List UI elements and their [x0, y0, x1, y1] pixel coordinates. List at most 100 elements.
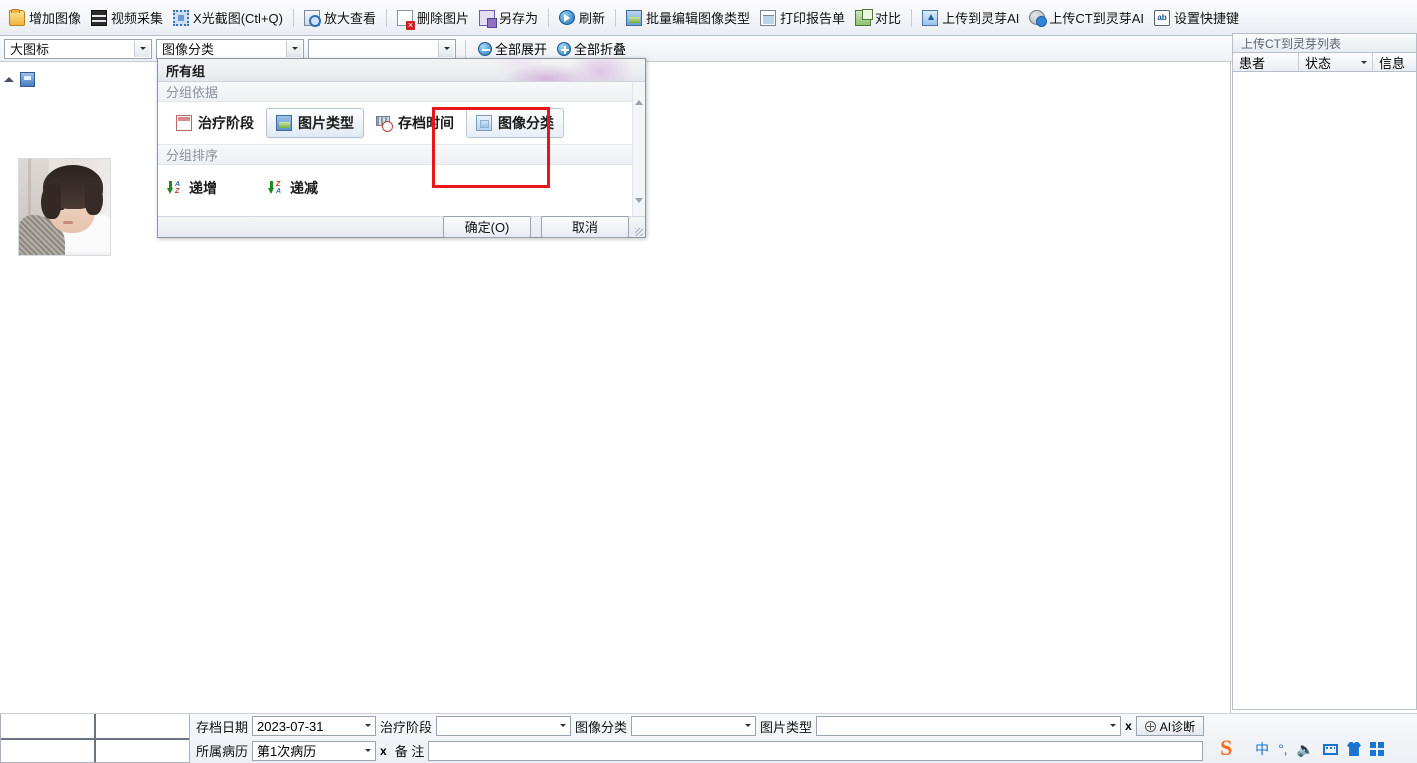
group-value-combo[interactable]	[308, 38, 456, 59]
sort-options-row: AZ 递增 ZA 递减	[158, 165, 645, 211]
toolbar-button-zoom-view[interactable]: 放大查看	[299, 6, 381, 30]
toolbar-label: 删除图片	[416, 11, 469, 26]
toolbar-button-video-capture[interactable]: 视频采集	[86, 6, 168, 30]
image-category-icon	[476, 115, 492, 131]
sogou-logo-icon[interactable]: S	[1220, 737, 1244, 761]
soft-keyboard-icon[interactable]	[1323, 743, 1338, 755]
column-header-status[interactable]: 状态	[1299, 53, 1373, 71]
ai-diagnosis-button[interactable]: AI诊断	[1135, 716, 1205, 736]
chinese-mode-icon[interactable]: 中	[1255, 742, 1269, 756]
toolbar-button-upload-ct-to-ai[interactable]: 上传CT到灵芽AI	[1024, 6, 1149, 30]
main-toolbar: 增加图像 视频采集 X光截图(Ctl+Q) 放大查看 删除图片 另存为 刷新	[0, 0, 1417, 36]
scroll-down-icon[interactable]	[635, 198, 644, 217]
treatment-stage-combo[interactable]	[436, 716, 572, 736]
upload-ct-list-panel: 上传CT到灵芽列表 患者 状态 信息	[1232, 33, 1417, 713]
toolbar-label: 上传CT到灵芽AI	[1049, 11, 1144, 26]
ok-button[interactable]: 确定(O)	[443, 215, 531, 238]
patient-photo-thumbnail[interactable]	[18, 158, 111, 256]
calendar-icon	[176, 115, 192, 131]
archive-clock-icon	[376, 115, 393, 132]
option-label: 递增	[189, 180, 217, 196]
photo-lips	[63, 221, 73, 224]
toolbar-button-compare[interactable]: 对比	[850, 6, 906, 30]
panel-column-headers: 患者 状态 信息	[1232, 52, 1417, 72]
chevron-down-icon[interactable]	[365, 748, 372, 752]
toolbox-icon[interactable]	[1370, 742, 1384, 756]
punctuation-icon[interactable]: °,	[1278, 742, 1288, 756]
archive-date-label: 存档日期	[196, 719, 249, 735]
toolbar-button-set-shortcuts[interactable]: ab 设置快捷键	[1149, 6, 1244, 30]
medical-record-label: 所属病历	[196, 744, 249, 759]
medical-record-combo[interactable]: 第1次病历	[252, 740, 377, 761]
chevron-up-icon[interactable]	[4, 77, 14, 82]
chevron-down-icon[interactable]	[286, 40, 302, 57]
toolbar-button-save-as[interactable]: 另存为	[474, 6, 543, 30]
sort-section-label: 分组排序	[158, 145, 645, 165]
column-header-info[interactable]: 信息	[1373, 53, 1416, 71]
sort-ascending-icon: AZ	[167, 180, 183, 196]
toolbar-label: X光截图(Ctl+Q)	[193, 11, 283, 26]
plus-circle-icon	[557, 41, 572, 56]
toolbar-button-add-image[interactable]: 增加图像	[4, 6, 86, 30]
panel-rows-container[interactable]	[1232, 72, 1417, 710]
expand-all-button[interactable]: 全部展开	[475, 39, 550, 58]
remark-input[interactable]	[428, 740, 1204, 761]
toolbar-label: 上传到灵芽AI	[942, 11, 1020, 26]
chevron-down-icon[interactable]	[438, 40, 454, 57]
view-mode-combo[interactable]: 大图标	[4, 38, 152, 59]
chevron-down-icon[interactable]	[1110, 724, 1117, 727]
picture-type-combo[interactable]	[816, 716, 1122, 736]
toolbar-button-print-report[interactable]: 打印报告单	[755, 6, 850, 30]
chevron-down-icon[interactable]	[134, 40, 150, 57]
dialog-scrollbar[interactable]	[632, 82, 645, 217]
chevron-down-icon[interactable]	[1361, 61, 1367, 64]
image-category-combo[interactable]	[631, 716, 757, 736]
group-by-option-archive-time[interactable]: 存档时间	[366, 108, 464, 138]
toolbar-label: 刷新	[579, 11, 606, 26]
collapse-all-button[interactable]: 全部折叠	[554, 39, 629, 58]
sort-option-descending[interactable]: ZA 递减	[267, 173, 328, 203]
toolbar-separator	[292, 8, 294, 27]
toolbar-button-batch-edit-image-type[interactable]: 批量编辑图像类型	[621, 6, 755, 30]
group-header[interactable]	[4, 72, 35, 87]
chevron-down-icon[interactable]	[560, 724, 567, 727]
group-by-option-image-category[interactable]: 图像分类	[466, 108, 564, 138]
voice-input-icon[interactable]: 🔈	[1297, 742, 1314, 756]
sort-option-ascending[interactable]: AZ 递增	[166, 173, 227, 203]
option-label: 图像分类	[498, 115, 554, 131]
column-header-patient[interactable]: 患者	[1233, 53, 1299, 71]
toolbar-separator	[615, 8, 617, 27]
group-by-option-picture-type[interactable]: 图片类型	[266, 108, 364, 138]
cancel-button[interactable]: 取消	[541, 215, 629, 238]
remark-label: 备 注	[394, 744, 425, 759]
clear-medical-record-button[interactable]: x	[376, 744, 391, 758]
chevron-down-icon[interactable]	[365, 724, 372, 727]
skin-icon[interactable]	[1347, 742, 1361, 756]
toolbar-label: 视频采集	[111, 11, 164, 26]
toolbar-separator	[911, 8, 913, 27]
upload-icon	[922, 9, 939, 26]
bottom-form-area: 存档日期 2023-07-31 治疗阶段 图像分类 图片类型 x AI诊断 所属…	[0, 713, 1417, 763]
view-mode-value: 大图标	[10, 42, 50, 57]
archive-date-combo[interactable]: 2023-07-31	[252, 716, 377, 736]
group-by-option-treatment-stage[interactable]: 治疗阶段	[166, 108, 264, 138]
medical-record-value: 第1次病历	[257, 744, 317, 759]
delete-image-icon	[396, 9, 415, 30]
ok-label: 确定(O)	[464, 220, 510, 235]
clear-picture-type-button[interactable]: x	[1121, 719, 1136, 733]
ai-diagnosis-label: AI诊断	[1159, 719, 1196, 734]
chevron-down-icon[interactable]	[745, 724, 752, 727]
toolbar-button-xray-capture[interactable]: X光截图(Ctl+Q)	[168, 6, 288, 30]
picture-type-icon	[276, 115, 292, 131]
all-groups-dialog[interactable]: 所有组 分组依据 治疗阶段 图片类型 存档时间 图像分类 分组排序 A Z 递增…	[157, 58, 646, 238]
resize-handle[interactable]	[635, 228, 643, 236]
plus-circle-icon	[1144, 720, 1156, 732]
scroll-up-icon[interactable]	[635, 86, 644, 105]
minus-circle-icon	[478, 41, 492, 56]
group-by-combo[interactable]: 图像分类	[156, 38, 304, 59]
toolbar-button-upload-to-ai[interactable]: 上传到灵芽AI	[917, 6, 1024, 30]
filter-separator	[465, 39, 466, 58]
toolbar-button-delete-image[interactable]: 删除图片	[392, 6, 474, 30]
group-by-section-label: 分组依据	[158, 82, 645, 102]
toolbar-button-refresh[interactable]: 刷新	[554, 6, 610, 30]
